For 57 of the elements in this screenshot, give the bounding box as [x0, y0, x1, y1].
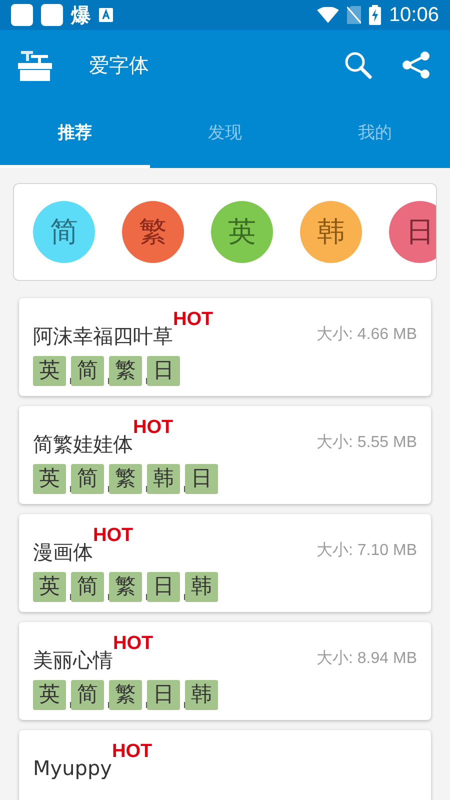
language-tag: 日 — [147, 356, 180, 386]
font-card[interactable]: 漫画体 HOT 大小: 7.10 MB 英 简 繁 日 韩 — [19, 514, 431, 612]
font-name: Myuppy — [33, 758, 112, 782]
file-size: 大小: 8.94 MB — [316, 648, 417, 669]
category-button[interactable]: 韩 — [300, 201, 362, 263]
language-tag: 英 — [33, 572, 66, 602]
no-sim-icon — [346, 6, 361, 24]
font-card[interactable]: 阿沫幸福四叶草 HOT 大小: 4.66 MB 英 简 繁 日 — [19, 298, 431, 396]
notification-icon — [41, 4, 63, 26]
language-tag: 日 — [147, 572, 180, 602]
notification-icon — [11, 4, 33, 26]
font-name: 美丽心情 — [33, 650, 113, 674]
font-card[interactable]: Myuppy HOT — [19, 730, 431, 800]
language-tag: 英 — [33, 680, 66, 710]
language-tag: 繁 — [109, 464, 142, 494]
share-button[interactable] — [400, 49, 432, 81]
font-card[interactable]: 美丽心情 HOT 大小: 8.94 MB 英 简 繁 日 韩 — [19, 622, 431, 720]
hot-label: HOT — [133, 418, 174, 437]
hot-label: HOT — [93, 526, 134, 545]
keyboard-icon — [99, 8, 113, 22]
language-tag: 简 — [71, 356, 104, 386]
language-tag: 日 — [147, 680, 180, 710]
tab[interactable]: 我的 — [300, 100, 450, 168]
language-tag: 繁 — [109, 572, 142, 602]
language-tag: 日 — [185, 464, 218, 494]
font-name: 简繁娃娃体 — [33, 434, 133, 458]
hot-label: HOT — [112, 742, 152, 761]
language-tag: 韩 — [147, 464, 180, 494]
language-tag: 韩 — [185, 680, 218, 710]
category-button[interactable]: 日 — [389, 201, 436, 263]
app-logo-icon — [18, 49, 52, 81]
language-tag: 简 — [71, 572, 104, 602]
category-button[interactable]: 繁 — [122, 201, 184, 263]
language-tag: 繁 — [109, 356, 142, 386]
tab[interactable]: 发现 — [150, 100, 300, 168]
hot-label: HOT — [113, 634, 154, 653]
font-card[interactable]: 简繁娃娃体 HOT 大小: 5.55 MB 英 简 繁 韩 日 — [19, 406, 431, 504]
language-tag: 英 — [33, 356, 66, 386]
notification-text: 爆 — [71, 5, 91, 25]
language-tag: 英 — [33, 464, 66, 494]
tab[interactable]: 推荐 — [0, 100, 150, 168]
hot-label: HOT — [173, 310, 214, 329]
battery-charging-icon — [368, 5, 381, 25]
category-button[interactable]: 英 — [211, 201, 273, 263]
language-tag: 简 — [71, 464, 104, 494]
category-button[interactable]: 简 — [33, 201, 95, 263]
file-size: 大小: 7.10 MB — [316, 540, 417, 561]
language-tag: 繁 — [109, 680, 142, 710]
font-name: 漫画体 — [33, 542, 93, 566]
language-tag: 简 — [71, 680, 104, 710]
language-tag: 韩 — [185, 572, 218, 602]
wifi-icon — [316, 7, 339, 23]
font-name: 阿沫幸福四叶草 — [33, 326, 173, 350]
clock-text: 10:06 — [388, 5, 439, 25]
file-size: 大小: 4.66 MB — [316, 324, 417, 345]
app-title: 爱字体 — [89, 52, 149, 79]
file-size: 大小: 5.55 MB — [316, 432, 417, 453]
